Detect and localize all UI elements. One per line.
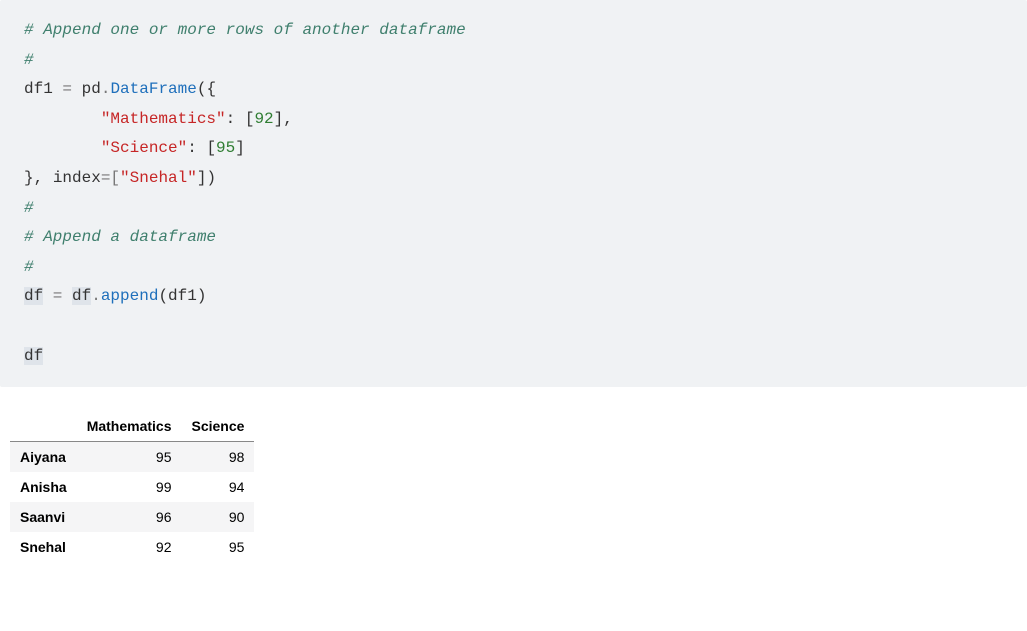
code-indent [24,110,101,128]
code-var: index [53,169,101,187]
code-string: "Snehal" [120,169,197,187]
code-bracket: ]) [197,169,216,187]
code-func: DataFrame [110,80,196,98]
table-header-row: Mathematics Science [10,411,254,442]
code-comment: # Append one or more rows of another dat… [24,21,466,39]
column-header: Mathematics [77,411,182,442]
table-cell: 96 [77,502,182,532]
row-index: Saanvi [10,502,77,532]
table-row: Aiyana 95 98 [10,442,254,473]
row-index: Aiyana [10,442,77,473]
code-bracket: }, [24,169,53,187]
code-cell: # Append one or more rows of another dat… [0,0,1027,387]
table-cell: 98 [182,442,255,473]
code-op: = [53,80,82,98]
output-dataframe-table: Mathematics Science Aiyana 95 98 Anisha … [10,411,254,562]
code-var: pd [82,80,101,98]
code-number: 95 [216,139,235,157]
code-comment: # [24,51,34,69]
code-bracket: ], [274,110,293,128]
row-index: Anisha [10,472,77,502]
table-row: Saanvi 96 90 [10,502,254,532]
code-op: =[ [101,169,120,187]
code-indent [24,139,101,157]
code-bracket: ) [197,287,207,305]
table-cell: 99 [77,472,182,502]
table-row: Snehal 92 95 [10,532,254,562]
row-index: Snehal [10,532,77,562]
code-string: "Science" [101,139,187,157]
table-row: Anisha 99 94 [10,472,254,502]
code-op: = [43,287,72,305]
code-func: append [101,287,159,305]
code-string: "Mathematics" [101,110,226,128]
code-op: . [101,80,111,98]
code-comment: # [24,258,34,276]
code-op: . [91,287,101,305]
code-var: df [72,287,91,305]
code-bracket: ( [158,287,168,305]
table-cell: 90 [182,502,255,532]
code-var: df [24,347,43,365]
table-cell: 92 [77,532,182,562]
code-number: 92 [254,110,273,128]
column-header: Science [182,411,255,442]
table-cell: 95 [77,442,182,473]
code-bracket: : [ [226,110,255,128]
code-bracket: ({ [197,80,216,98]
code-var: df1 [24,80,53,98]
code-var: df1 [168,287,197,305]
code-var: df [24,287,43,305]
code-comment: # Append a dataframe [24,228,216,246]
code-comment: # [24,199,34,217]
table-corner-cell [10,411,77,442]
table-cell: 95 [182,532,255,562]
code-bracket: : [ [187,139,216,157]
table-cell: 94 [182,472,255,502]
code-bracket: ] [235,139,245,157]
